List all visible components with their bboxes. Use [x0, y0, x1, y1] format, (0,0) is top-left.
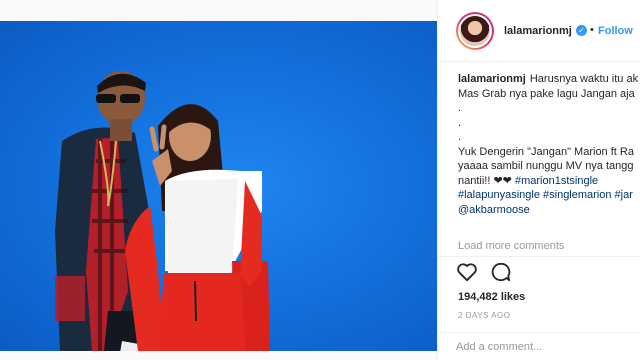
add-comment-input[interactable]	[456, 339, 636, 355]
avatar[interactable]	[456, 12, 494, 50]
post-photo[interactable]	[0, 21, 437, 351]
hashtag-link[interactable]: #marion1stsingle	[515, 175, 598, 187]
post-caption: lalamarionmj Harusnya waktu itu ak Mas Gr…	[458, 72, 640, 217]
likes-count[interactable]: 194,482 likes	[458, 291, 525, 303]
verified-badge-icon: ✓	[576, 25, 587, 36]
separator-dot: •	[590, 24, 594, 36]
avatar-ring	[458, 14, 492, 48]
post-header: lalamarionmj ✓ • Follow	[438, 0, 640, 62]
caption-line-7: yaaaa sambil nunggu MV nya tangg	[458, 160, 634, 172]
caption-line-8: nantii!! ❤❤ #marion1stsingle	[458, 174, 640, 189]
caption-hashtags[interactable]: #lalapunyasingle #singlemarion #jar	[458, 188, 640, 203]
actions-divider	[438, 256, 640, 258]
avatar-photo	[460, 16, 490, 46]
mention-link[interactable]: @akbarmoose	[458, 203, 640, 218]
caption-username[interactable]: lalamarionmj	[458, 73, 526, 85]
heart-icon[interactable]	[456, 262, 478, 282]
caption-line-5: .	[458, 131, 462, 143]
caption-line-2: Mas Grab nya pake lagu Jangan aja	[458, 87, 635, 100]
caption-line-1: lalamarionmj Harusnya waktu itu ak	[458, 72, 640, 87]
load-more-comments-button[interactable]: Load more comments	[458, 240, 564, 252]
caption-text-8: nantii!! ❤❤	[458, 174, 512, 187]
follow-button[interactable]: Follow	[598, 25, 633, 37]
comment-icon[interactable]	[490, 262, 512, 282]
post-timestamp[interactable]: 2 DAYS AGO	[458, 311, 510, 320]
caption-line-6: Yuk Dengerin "Jangan" Marion ft Ra	[458, 145, 634, 158]
header-username[interactable]: lalamarionmj	[504, 25, 572, 37]
woman-figure	[125, 104, 270, 351]
caption-line-4: .	[458, 116, 462, 129]
add-comment-section	[438, 332, 640, 360]
post-photo-illustration	[55, 71, 270, 351]
post-side-panel: lalamarionmj ✓ • Follow lalamarionmj Haru…	[437, 0, 640, 360]
caption-line-3: .	[458, 102, 462, 114]
caption-text-1: Harusnya waktu itu ak	[529, 73, 639, 85]
